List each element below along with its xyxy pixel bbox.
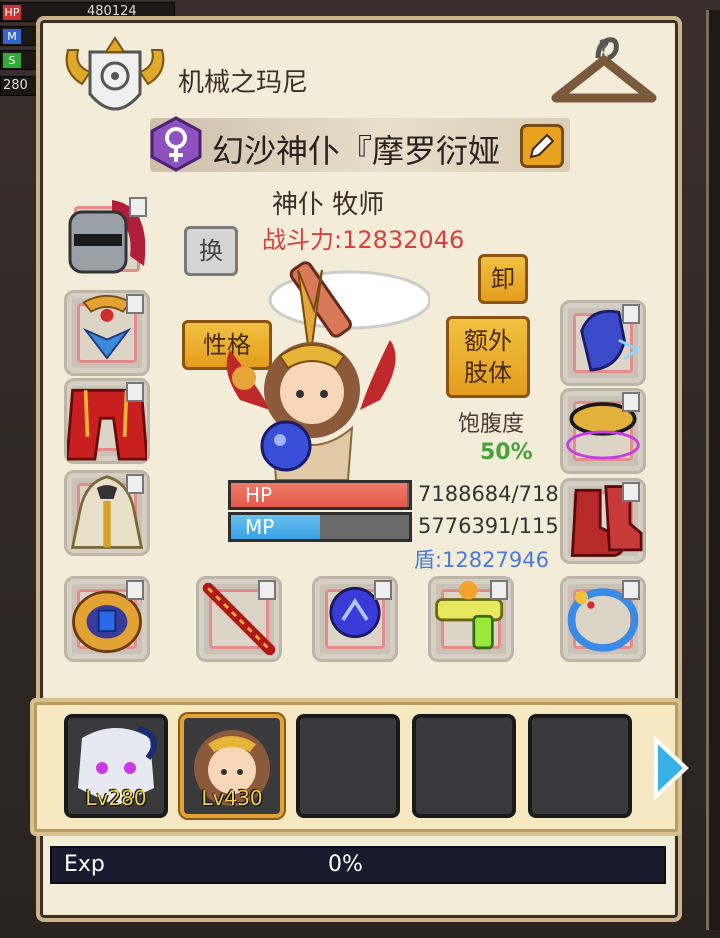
equipment-slot-amulet[interactable] [64,290,150,376]
equipment-slot-boots[interactable] [560,478,646,564]
extra-limbs-button[interactable]: 额外 肢体 [446,316,530,398]
equipment-tag-icon [622,482,640,502]
equipment-slot-cloak[interactable] [64,470,150,556]
roster-level: Lv430 [201,786,263,810]
equipment-tag-icon [622,392,640,412]
equipment-tag-icon [129,197,147,217]
roster-slot[interactable]: Lv430 [180,714,284,818]
next-page-arrow-icon[interactable] [650,736,690,800]
wardrobe-hanger-icon[interactable]: ? [548,32,660,114]
hp-value: 7188684/718 [418,482,559,506]
equipment-tag-icon [490,580,508,600]
equipment-slot-weapon[interactable] [196,576,282,662]
exp-value: 0% [328,852,363,877]
mp-value: 5776391/115 [418,514,559,538]
guild-emblem-icon[interactable] [60,32,170,127]
equipment-slot-helmet[interactable] [64,196,150,282]
hud-hp-tag: HP [3,5,21,20]
equipment-slot-orb[interactable] [312,576,398,662]
equipment-tag-icon [126,294,144,314]
hud-sp-tag: S [3,53,21,68]
equipment-slot-collar[interactable] [560,388,646,474]
character-screen: HP 480124 M S 280 机械之玛尼 ? 幻沙神仆『摩罗衍娅 神仆 牧… [0,0,720,938]
exp-label: Exp [64,852,105,877]
equipment-tag-icon [126,382,144,402]
hud-mp-tag: M [3,29,21,44]
edit-name-icon[interactable] [520,124,564,168]
roster-slot[interactable]: Lv280 [64,714,168,818]
equipment-tag-icon [126,474,144,494]
equipment-tag-icon [258,580,276,600]
equipment-slot-offhand[interactable] [428,576,514,662]
background-strip [706,10,720,930]
hud-level: 280 [0,76,40,96]
roster-slot[interactable] [296,714,400,818]
equipment-slot-armor[interactable] [64,378,150,464]
hp-label: HP [245,483,273,507]
mp-bar: MP [228,512,412,542]
extra-limbs-line2: 肢体 [464,359,512,387]
character-name: 幻沙神仆『摩罗衍娅 [212,132,501,170]
mp-label: MP [245,515,275,539]
hero-portrait [226,261,430,481]
satiety-label: 饱腹度 [458,412,525,437]
unequip-button[interactable]: 卸 [478,254,528,304]
female-gender-icon [150,116,202,172]
roster-slot[interactable] [528,714,632,818]
satiety-value: 50% [480,440,533,465]
roster-slot[interactable] [412,714,516,818]
class-label: 神仆 牧师 [272,190,385,220]
equipment-tag-icon [622,580,640,600]
hp-bar: HP [228,480,412,510]
equipment-tag-icon [126,580,144,600]
guild-name: 机械之玛尼 [178,68,309,98]
equipment-tag-icon [374,580,392,600]
shield-value: 盾:12827946 [414,548,549,572]
svg-text:?: ? [598,37,610,62]
roster-level: Lv280 [85,786,147,810]
equipment-slot-gauntlet[interactable] [560,300,646,386]
equipment-slot-ring[interactable] [64,576,150,662]
equipment-slot-bracelet[interactable] [560,576,646,662]
equipment-tag-icon [622,304,640,324]
exp-bar: Exp 0% [50,846,666,884]
extra-limbs-line1: 额外 [464,327,512,355]
